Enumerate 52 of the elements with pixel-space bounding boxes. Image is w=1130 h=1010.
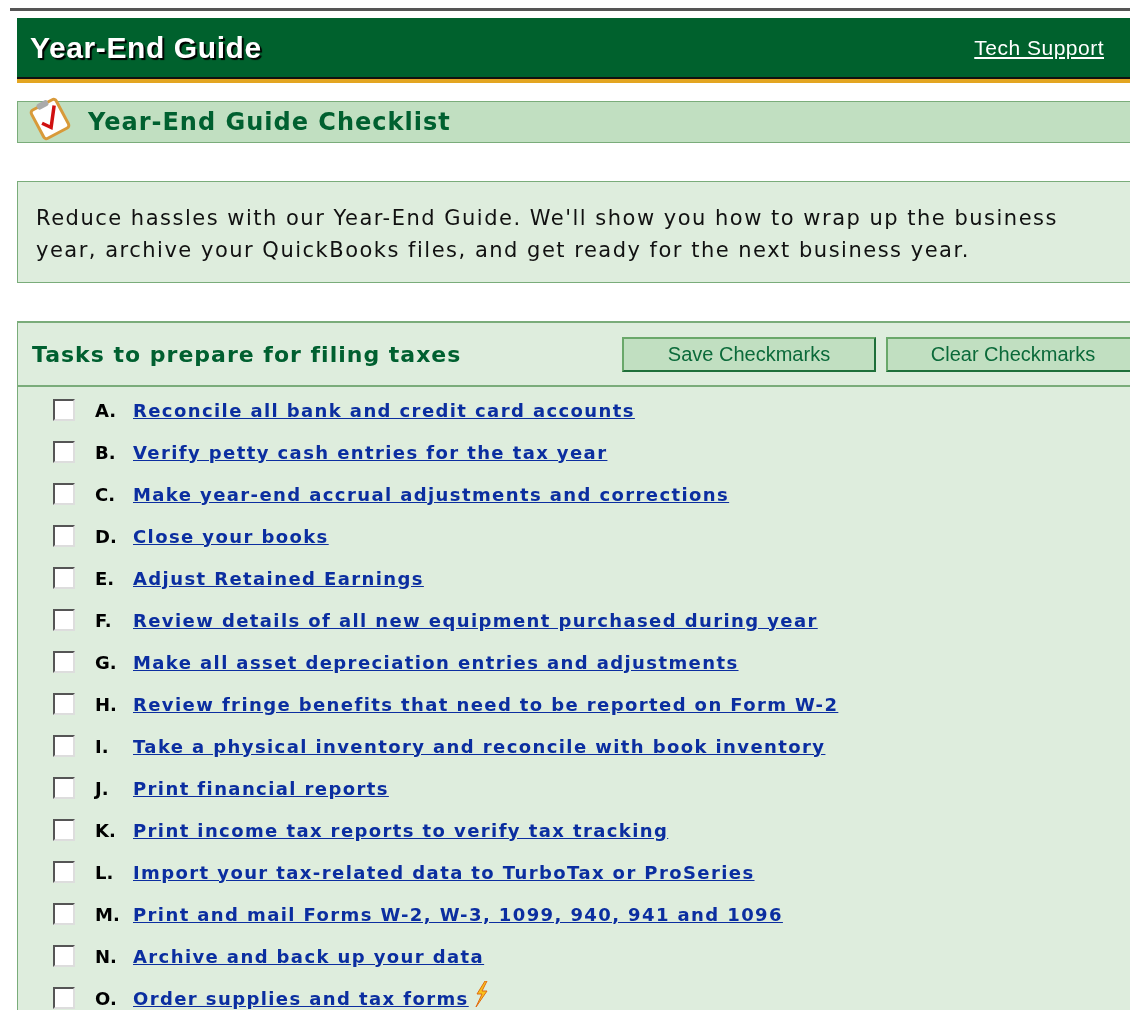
- checkbox[interactable]: [53, 441, 75, 463]
- task-link[interactable]: Print and mail Forms W-2, W-3, 1099, 940, 941 and 1096: [133, 903, 783, 925]
- item-letter: C.: [95, 483, 117, 505]
- task-link[interactable]: Reconcile all bank and credit card accounts: [133, 399, 635, 421]
- task-link[interactable]: Take a physical inventory and reconcile with book inventory: [133, 735, 826, 757]
- task-link[interactable]: Archive and back up your data: [133, 945, 485, 967]
- item-letter: D.: [95, 525, 118, 547]
- item-letter: L.: [95, 861, 115, 883]
- checkbox[interactable]: [53, 861, 75, 883]
- item-letter: O.: [95, 987, 118, 1009]
- section-title: Year-End Guide Checklist: [88, 108, 451, 136]
- checkbox[interactable]: [53, 651, 75, 673]
- checkbox[interactable]: [53, 525, 75, 547]
- task-link[interactable]: Import your tax-related data to TurboTax or ProSeries: [133, 861, 755, 883]
- checkbox[interactable]: [53, 567, 75, 589]
- item-letter: F.: [95, 609, 113, 631]
- checkbox[interactable]: [53, 735, 75, 757]
- page-title: Year-End Guide: [30, 30, 262, 65]
- item-letter: N.: [95, 945, 118, 967]
- checkbox[interactable]: [53, 903, 75, 925]
- task-link[interactable]: Print income tax reports to verify tax tracking: [133, 819, 669, 841]
- item-letter: I.: [95, 735, 110, 757]
- task-link[interactable]: Make all asset depreciation entries and adjustments: [133, 651, 739, 673]
- task-link[interactable]: Verify petty cash entries for the tax year: [133, 441, 608, 463]
- item-letter: E.: [95, 567, 116, 589]
- item-letter: K.: [95, 819, 117, 841]
- item-letter: A.: [95, 399, 118, 421]
- checkbox[interactable]: [53, 483, 75, 505]
- checkbox[interactable]: [53, 819, 75, 841]
- checkbox[interactable]: [53, 987, 75, 1009]
- checkbox[interactable]: [53, 399, 75, 421]
- task-link[interactable]: Make year-end accrual adjustments and corrections: [133, 483, 730, 505]
- item-letter: G.: [95, 651, 118, 673]
- item-letter: B.: [95, 441, 117, 463]
- tasks-heading: Tasks to prepare for filing taxes: [32, 341, 462, 367]
- checkmarks-button[interactable]: Save Checkmarks: [622, 336, 876, 372]
- task-link[interactable]: Review details of all new equipment purchased during year: [133, 609, 818, 631]
- checkbox[interactable]: [53, 609, 75, 631]
- task-link[interactable]: Review fringe benefits that need to be reported on Form W-2: [133, 693, 839, 715]
- task-link[interactable]: Print financial reports: [133, 777, 389, 799]
- item-letter: H.: [95, 693, 118, 715]
- task-link[interactable]: Order supplies and tax forms: [133, 987, 469, 1009]
- item-letter: M.: [95, 903, 121, 925]
- checkbox[interactable]: [53, 693, 75, 715]
- intro-text: Reduce hassles with our Year-End Guide. We'll show you how to wrap up the business year, archive your QuickBooks files, and get ready for the next business year.: [17, 181, 1130, 283]
- tech-support-link[interactable]: Tech Support: [974, 35, 1104, 60]
- checkbox[interactable]: [53, 777, 75, 799]
- task-link[interactable]: Adjust Retained Earnings: [133, 567, 424, 589]
- task-link[interactable]: Close your books: [133, 525, 329, 547]
- item-letter: J.: [95, 777, 110, 799]
- checkmarks-button[interactable]: Clear Checkmarks: [886, 336, 1130, 372]
- checkbox[interactable]: [53, 945, 75, 967]
